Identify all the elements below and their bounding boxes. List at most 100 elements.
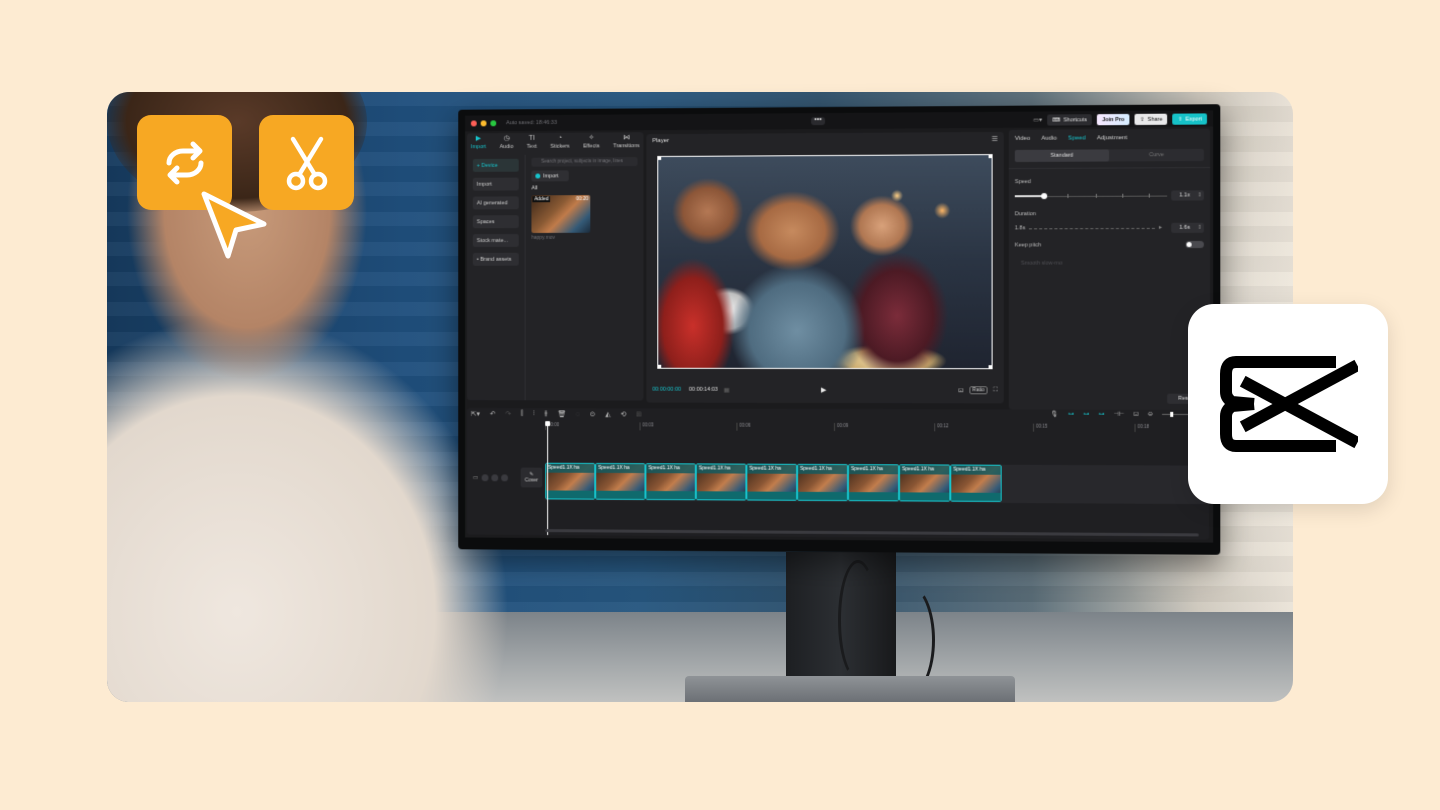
keep-pitch-toggle[interactable] — [1185, 240, 1204, 249]
join-pro-button[interactable]: Join Pro — [1097, 113, 1130, 126]
media-tabs: ▶ Import ◷ Audio TI Text ◔ Stickers ✧ Ef… — [467, 132, 643, 155]
total-timecode: 00:00:14:03 — [688, 386, 718, 393]
clip-label: Speed1.1X ha — [848, 465, 899, 475]
tab-text[interactable]: TI Text — [527, 135, 537, 155]
timeline-clip[interactable]: Speed1.1X ha — [645, 463, 696, 501]
redo-icon[interactable]: ↷ — [505, 410, 511, 418]
timeline-clip[interactable]: Speed1.1X ha — [899, 464, 951, 502]
split-screen-icon[interactable]: ⊣⊢ — [1114, 411, 1125, 418]
duration-value-input[interactable]: 1.6s ⇕ — [1171, 222, 1204, 233]
stepper-icon[interactable]: ⇕ — [1197, 225, 1202, 231]
tab-effects[interactable]: ✧ Effects — [583, 135, 599, 155]
track-controls: ▭ — [473, 474, 508, 482]
undo-icon[interactable]: ↶ — [490, 410, 496, 418]
media-thumbnail[interactable]: Added 00:20 — [531, 195, 591, 233]
sidebar-item-import[interactable]: Import — [472, 177, 519, 191]
ratio-button[interactable]: Ratio — [969, 386, 988, 395]
tab-video[interactable]: Video — [1015, 136, 1030, 142]
speed-icon[interactable]: ⊙ — [590, 410, 596, 418]
curve-mode-button[interactable]: Curve — [1109, 149, 1204, 162]
import-button[interactable]: Import — [531, 170, 569, 182]
linkage-icon[interactable]: ⊶ — [1098, 411, 1104, 418]
mute-track-icon[interactable] — [500, 474, 508, 482]
zoom-out-icon[interactable]: ⊖ — [1148, 411, 1153, 418]
divider — [1008, 167, 1211, 170]
timeline-clip[interactable]: Speed1.1X ha — [595, 462, 646, 500]
tab-import[interactable]: ▶ Import — [471, 135, 486, 155]
standard-mode-button[interactable]: Standard — [1014, 149, 1110, 163]
sidebar-item-spaces[interactable]: Spaces — [472, 215, 519, 229]
maximize-window-button[interactable] — [490, 120, 497, 127]
play-button[interactable]: ▶ — [821, 386, 826, 394]
sidebar-item-ai-generated[interactable]: AI generated — [472, 196, 519, 210]
clip-label: Speed1.1X ha — [596, 463, 645, 474]
track-label-icon[interactable]: ▭ — [473, 474, 479, 481]
timeline-clip[interactable]: Speed1.1X ha — [950, 464, 1002, 502]
freeze-icon[interactable]: ◌ — [576, 411, 580, 418]
tab-audio-props[interactable]: Audio — [1041, 136, 1057, 142]
share-button[interactable]: ⇪ Share — [1134, 113, 1168, 126]
player-menu-icon[interactable]: ☰ — [991, 135, 997, 143]
crop-handle-br[interactable] — [988, 365, 993, 370]
grid-icon[interactable]: ▦ — [724, 386, 730, 393]
slider-tick — [1067, 193, 1069, 199]
clip-list: Speed1.1X ha Speed1.1X ha Speed1.1X ha Spee… — [545, 462, 1002, 503]
mirror-icon[interactable]: ◭ — [605, 410, 610, 418]
timeline-clip[interactable]: Speed1.1X ha — [695, 463, 747, 501]
layout-icon[interactable]: ▭▾ — [1033, 117, 1042, 124]
capcut-logo — [1220, 356, 1358, 452]
slider-tick — [1148, 193, 1150, 198]
transitions-icon: ⋈ — [622, 134, 630, 142]
timeline-clip[interactable]: Speed1.1X ha — [746, 463, 798, 501]
timeline-panel: ⇱▾ ↶ ↷ ⫿ ⫶ ⫵ 🗑 ◌ ⊙ ◭ ⟲ ⊞ 🎙 ⊶ ⊶ ⊶ ⊣⊢ ⊡ ⊖ — [466, 408, 1210, 540]
split-right-icon[interactable]: ⫵ — [544, 410, 547, 418]
crop-handle-tl[interactable] — [657, 155, 662, 160]
speed-value-input[interactable]: 1.1x ⇕ — [1171, 190, 1204, 201]
tab-speed[interactable]: Speed — [1068, 135, 1086, 141]
crop-handle-bl[interactable] — [657, 364, 662, 369]
lock-track-icon[interactable] — [481, 474, 489, 482]
playhead[interactable] — [547, 422, 549, 536]
hide-track-icon[interactable] — [491, 474, 498, 482]
tab-transitions[interactable]: ⋈ Transitions — [613, 134, 639, 154]
timeline-clip[interactable]: Speed1.1X ha — [545, 462, 596, 500]
stepper-icon[interactable]: ⇕ — [1197, 192, 1202, 198]
speed-slider-handle[interactable] — [1041, 193, 1048, 200]
timeline-scrollbar[interactable] — [545, 529, 1199, 537]
import-dot-icon — [535, 173, 541, 179]
sidebar-item-device[interactable]: + Device — [472, 158, 519, 172]
snap-icon[interactable]: ⊶ — [1083, 411, 1089, 418]
tab-stickers[interactable]: ◔ Stickers — [550, 135, 569, 155]
cover-button[interactable]: ✎ Cover — [520, 467, 543, 488]
link-main-track-icon[interactable]: ⊶ — [1068, 411, 1074, 418]
titlebar-actions: ▭▾ ⌨ Shortcuts Join Pro ⇪ Share ⇧ Export — [1033, 113, 1207, 126]
select-tool-icon[interactable]: ⇱▾ — [471, 410, 480, 418]
crop-handle-tr[interactable] — [988, 154, 993, 159]
ruler-mark: 00:03 — [639, 422, 654, 431]
preview-axis-icon[interactable]: ⊡ — [1133, 411, 1138, 418]
tab-audio[interactable]: ◷ Audio — [500, 135, 514, 155]
split-left-icon[interactable]: ⫶ — [533, 410, 535, 418]
duration-label: Duration — [1014, 211, 1036, 218]
screenshot-icon[interactable]: ⊡ — [958, 387, 963, 394]
properties-tabs: Video Audio Speed Adjustment — [1009, 129, 1210, 148]
rotate-icon[interactable]: ⟲ — [621, 410, 627, 418]
keyboard-icon: ⌨ — [1052, 116, 1061, 124]
shortcuts-button[interactable]: ⌨ Shortcuts — [1047, 114, 1092, 126]
more-options-button[interactable]: ••• — [811, 116, 826, 126]
video-preview[interactable] — [657, 154, 993, 370]
sidebar-item-brand-assets[interactable]: • Brand assets — [472, 252, 519, 266]
close-window-button[interactable] — [470, 120, 477, 127]
timeline-clip[interactable]: Speed1.1X ha — [797, 463, 848, 502]
export-button[interactable]: ⇧ Export — [1172, 113, 1207, 125]
minimize-window-button[interactable] — [480, 120, 487, 127]
crop-icon[interactable]: ⊞ — [636, 410, 642, 418]
split-icon[interactable]: ⫿ — [521, 410, 523, 418]
microphone-icon[interactable]: 🎙 — [1051, 411, 1059, 418]
delete-icon[interactable]: 🗑 — [557, 410, 566, 418]
media-search-input[interactable]: Search project, subjects in image, lines — [531, 157, 638, 167]
tab-adjustment[interactable]: Adjustment — [1097, 135, 1128, 141]
fullscreen-icon[interactable]: ⛶ — [993, 387, 997, 394]
sidebar-item-stock-material[interactable]: Stock mate... — [472, 233, 519, 247]
timeline-clip[interactable]: Speed1.1X ha — [847, 464, 900, 502]
